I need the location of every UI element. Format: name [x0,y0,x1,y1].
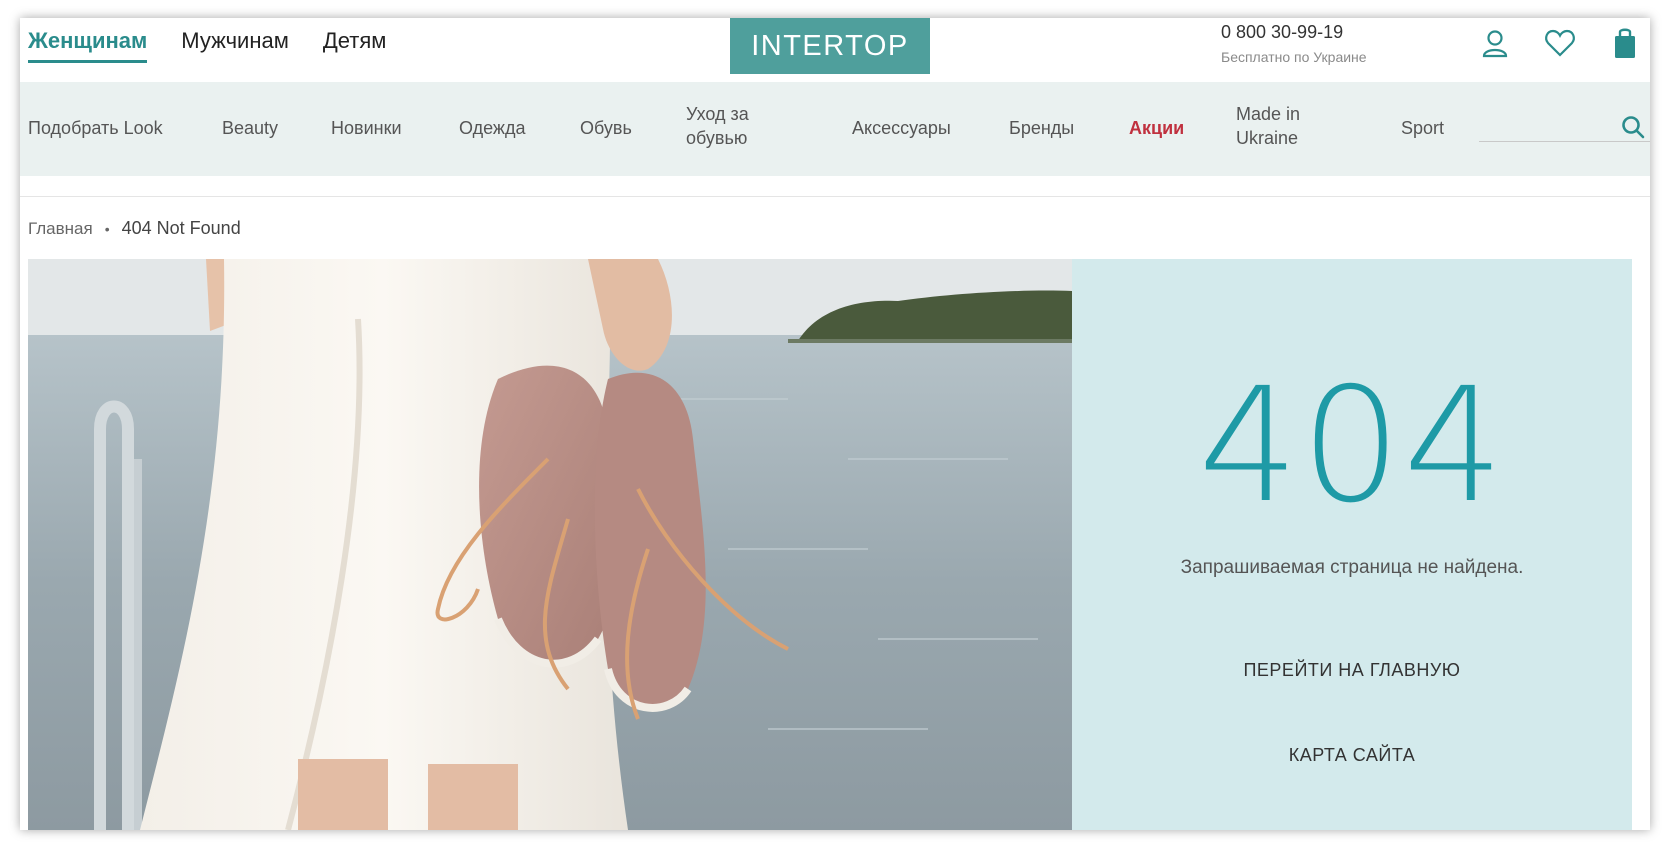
category-nav: Подобрать Look Beauty Новинки Одежда Обу… [20,82,1650,176]
browser-viewport: Женщинам Мужчинам Детям INTERTOP 0 800 3… [20,18,1650,830]
breadcrumb-separator: • [104,220,110,237]
nav-item-beauty[interactable]: Beauty [222,116,278,140]
hero-photo [28,259,1072,830]
nav-item-shoe-care[interactable]: Уход за обувью [686,102,776,150]
phone-number[interactable]: 0 800 30-99-19 [1221,22,1367,43]
tab-men[interactable]: Мужчинам [181,28,289,63]
shopping-bag-icon[interactable] [1608,26,1642,60]
user-icon[interactable] [1478,26,1512,60]
error-message: Запрашиваемая страница не найдена. [1180,557,1524,578]
nav-item-brands[interactable]: Бренды [1009,116,1074,140]
woman-holding-shoes-image [28,259,1072,830]
nav-item-new[interactable]: Новинки [331,116,402,140]
tab-kids[interactable]: Детям [323,28,387,63]
go-home-link[interactable]: ПЕРЕЙТИ НА ГЛАВНУЮ [1072,660,1632,681]
gender-tabs: Женщинам Мужчинам Детям [28,28,386,63]
nav-item-made-in-ukraine[interactable]: Made in Ukraine [1236,102,1316,150]
nav-item-clothing[interactable]: Одежда [459,116,525,140]
nav-item-accessories[interactable]: Аксессуары [852,116,951,140]
phone-block: 0 800 30-99-19 Бесплатно по Украине [1221,22,1367,65]
nav-item-sale[interactable]: Акции [1129,116,1184,140]
breadcrumb-home-link[interactable]: Главная [28,219,93,239]
breadcrumb-current: 404 Not Found [121,218,241,238]
heart-icon[interactable] [1543,26,1577,60]
search-input[interactable] [1479,112,1614,140]
nav-item-look[interactable]: Подобрать Look [28,116,163,140]
sitemap-link[interactable]: КАРТА САЙТА [1072,745,1632,766]
tab-women[interactable]: Женщинам [28,28,148,63]
breadcrumb: Главная • 404 Not Found [28,218,241,239]
header-divider [20,196,1650,197]
search-box [1479,112,1650,142]
top-header: Женщинам Мужчинам Детям INTERTOP 0 800 3… [20,18,1650,82]
site-logo[interactable]: INTERTOP [730,18,930,74]
phone-note: Бесплатно по Украине [1221,49,1367,65]
nav-item-shoes[interactable]: Обувь [580,116,632,140]
nav-item-sport[interactable]: Sport [1401,116,1444,140]
error-panel: 404 Запрашиваемая страница не найдена. П… [1072,259,1632,830]
error-code: 404 [1198,354,1506,538]
search-icon[interactable] [1620,114,1646,140]
